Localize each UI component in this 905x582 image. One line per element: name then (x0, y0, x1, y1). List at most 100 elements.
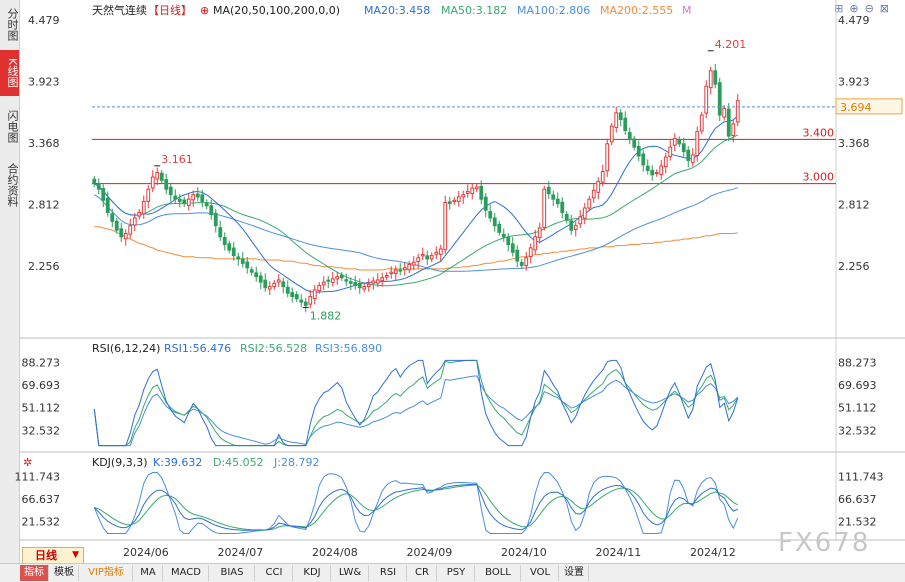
tab-6[interactable]: CCI (256, 565, 293, 581)
candle-body (128, 225, 133, 235)
candle-body (375, 279, 380, 284)
candle-body (672, 137, 677, 146)
candle-body (105, 197, 110, 213)
candle-body (155, 172, 160, 180)
x-tick-label: 2024/09 (407, 546, 453, 559)
candle-body (407, 263, 412, 271)
tab-10[interactable]: CR (408, 565, 437, 581)
candle-body (267, 286, 272, 290)
candle-body (560, 201, 565, 213)
tab-9[interactable]: RSI (370, 565, 407, 581)
rsi3-legend: RSI3:56.890 (315, 342, 382, 355)
hline-label: 3.400 (803, 126, 835, 139)
candle-body (483, 196, 488, 211)
candle-body (362, 286, 367, 290)
ma200-legend: MA200:2.555 (600, 4, 673, 17)
current-price-marker: 3.694 (92, 98, 903, 115)
candle-body (281, 281, 286, 288)
tab-0[interactable]: 指标 (20, 565, 49, 581)
candle-body (641, 153, 646, 166)
candle-body (614, 112, 619, 128)
rsi2-line (93, 359, 739, 447)
tab-14[interactable]: 设置 (560, 565, 589, 581)
candle-body (645, 165, 650, 171)
tab-7[interactable]: KDJ (294, 565, 331, 581)
ma200-line (94, 226, 738, 271)
rsi-tick-left: 69.693 (22, 379, 61, 392)
tab-8[interactable]: LW& (332, 565, 369, 581)
ma-settings-icon[interactable]: ⊕ (200, 4, 209, 17)
candle-body (335, 276, 340, 280)
candle-body (168, 186, 173, 196)
price-tick-left: 4.479 (28, 14, 60, 27)
candle-body (92, 178, 97, 185)
candle-body (627, 132, 632, 139)
candle-body (123, 232, 128, 240)
rsi-tick-right: 69.693 (838, 379, 877, 392)
candle-body (308, 296, 313, 305)
candle-body (200, 194, 205, 202)
x-tick-label: 2024/11 (596, 546, 642, 559)
tab-3[interactable]: MA (134, 565, 163, 581)
kdj-tick-right: 21.532 (838, 516, 877, 529)
candle-body (668, 146, 673, 157)
tab-4[interactable]: MACD (164, 565, 209, 581)
candle-body (218, 227, 223, 238)
candle-body (177, 198, 182, 202)
candle-body (681, 143, 686, 153)
price-tick-left: 2.256 (28, 260, 60, 273)
candle-body (366, 283, 371, 288)
kdj-settings-icon[interactable]: ✲ (23, 456, 32, 469)
candle-body (551, 194, 556, 200)
candle-body (411, 261, 416, 266)
candle-body (402, 267, 407, 271)
candle-body (582, 207, 587, 219)
candle-body (299, 299, 304, 303)
tab-1[interactable]: 模板 (50, 565, 79, 581)
candle-body (173, 195, 178, 200)
ma100-line (94, 187, 738, 272)
tab-5[interactable]: BIAS (210, 565, 255, 581)
tab-2[interactable]: VIP指标 (80, 565, 133, 581)
candle-body (164, 179, 169, 190)
current-price-label: 3.694 (840, 101, 872, 114)
period-selector[interactable]: 日线 ▼ (22, 547, 84, 564)
candle-body (488, 211, 493, 219)
watermark: FX678 (778, 528, 871, 558)
candle-body (204, 202, 209, 207)
candle-body (258, 275, 263, 283)
rsi-lines (93, 359, 739, 447)
candle-body (578, 216, 583, 225)
candle-body (515, 249, 520, 262)
candle-body (636, 145, 641, 157)
candle-body (150, 176, 155, 189)
candle-body (461, 194, 466, 198)
candle-body (726, 108, 731, 137)
candle-body (686, 149, 691, 161)
candle-body (735, 100, 740, 123)
kdj-lines (93, 471, 739, 534)
ma20-legend: MA20:3.458 (364, 4, 430, 17)
price-tick-right: 4.479 (838, 14, 870, 27)
tab-12[interactable]: BOLL (476, 565, 521, 581)
kdj-tick-right: 111.743 (838, 471, 884, 484)
price-axis: 4.479 4.479 3.923 3.923 3.368 3.368 2.812 2.812… (28, 14, 870, 273)
candle-body (623, 117, 628, 132)
candle-body (159, 172, 164, 181)
ma50-legend: MA50:3.182 (441, 4, 507, 17)
kdj-k-line (93, 483, 738, 531)
candle-body (348, 281, 353, 284)
candle-body (312, 289, 317, 300)
tab-13[interactable]: VOL (522, 565, 559, 581)
candle-body (677, 139, 682, 145)
candle-body (326, 279, 331, 282)
price-tick-left: 3.368 (28, 137, 60, 150)
indicator-tab-bar: 指标 模板 VIP指标 MA MACD BIAS CCI KDJ LW& RSI CR PSY BOLL… (0, 563, 905, 582)
tab-11[interactable]: PSY (438, 565, 475, 581)
rsi-tick-right: 32.532 (838, 424, 877, 437)
time-axis: 2024/06 2024/07 2024/08 2024/09 2024/10 2024/… (123, 546, 736, 559)
candle-body (245, 261, 250, 269)
candle-body (596, 180, 601, 193)
candle-body (591, 189, 596, 199)
candle-body (272, 282, 277, 288)
